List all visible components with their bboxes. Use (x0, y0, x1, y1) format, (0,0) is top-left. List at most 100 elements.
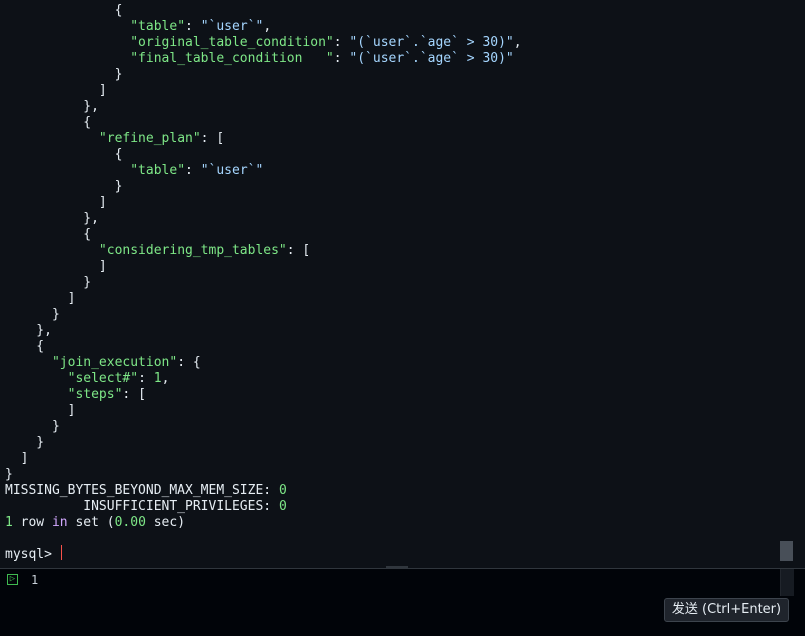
terminal-token: "table" (130, 163, 186, 178)
terminal-token: : [ (122, 387, 146, 402)
terminal-line: "considering_tmp_tables": [ (5, 243, 310, 259)
terminal-token: ] (5, 451, 29, 466)
terminal-line: "refine_plan": [ (5, 131, 224, 147)
terminal-token: MISSING_BYTES_BEYOND_MAX_MEM_SIZE: (5, 483, 279, 498)
terminal-line: } (5, 67, 123, 83)
terminal-token: "`user`" (200, 163, 264, 178)
terminal-token: "`user`" (200, 19, 264, 34)
terminal-token: ] (5, 291, 76, 306)
terminal-line: MISSING_BYTES_BEYOND_MAX_MEM_SIZE: 0 (5, 483, 287, 499)
terminal-token: "final_table_condition " (130, 51, 334, 66)
terminal-scrollbar-thumb[interactable] (780, 541, 793, 561)
terminal-token: : (185, 19, 201, 34)
terminal-token: "steps" (67, 387, 123, 402)
input-scrollbar[interactable] (780, 569, 794, 596)
terminal-token: set ( (67, 515, 115, 530)
send-button[interactable]: 发送 (Ctrl+Enter) (664, 598, 789, 622)
terminal-token: }, (5, 99, 99, 114)
terminal-token: } (5, 419, 60, 434)
terminal-token: : [ (286, 243, 311, 258)
terminal-token: { (5, 3, 123, 18)
terminal-token: 1 (153, 371, 162, 386)
terminal-token: , (161, 371, 170, 386)
terminal-token: INSUFFICIENT_PRIVILEGES: (5, 499, 279, 514)
terminal-token: , (513, 35, 522, 50)
terminal-token: }, (5, 323, 52, 338)
terminal-line: "join_execution": { (5, 355, 201, 371)
terminal-line: ] (5, 195, 107, 211)
terminal-token: 0 (278, 499, 287, 514)
terminal-line: mysql> (5, 547, 60, 563)
terminal-line: }, (5, 211, 99, 227)
terminal-token: { (5, 339, 45, 354)
terminal-line: ] (5, 403, 76, 419)
terminal-line: ] (5, 259, 107, 275)
terminal-token: } (5, 179, 123, 194)
terminal-token: { (5, 115, 92, 130)
terminal-token: } (5, 307, 60, 322)
terminal-line: "final_table_condition ": "(`user`.`age`… (5, 51, 514, 67)
terminal-token: : [ (200, 131, 225, 146)
terminal-token: ] (5, 259, 107, 274)
terminal-line: } (5, 307, 60, 323)
terminal-line: { (5, 3, 123, 19)
terminal-token: : (333, 51, 350, 66)
terminal-line: } (5, 435, 44, 451)
terminal-line: { (5, 227, 91, 243)
terminal-token: 0 (278, 483, 287, 498)
run-icon[interactable]: ▷ (7, 574, 18, 585)
terminal-line: } (5, 419, 60, 435)
query-input[interactable]: 1 (31, 573, 38, 587)
terminal-token: row (12, 515, 52, 530)
terminal-line: "original_table_condition": "(`user`.`ag… (5, 35, 522, 51)
terminal-token: } (5, 67, 123, 82)
text-cursor (61, 545, 62, 560)
terminal-line: "steps": [ (5, 387, 146, 403)
terminal-output[interactable]: { "table": "`user`", "original_table_con… (0, 0, 805, 567)
terminal-token: , (263, 19, 272, 34)
terminal-token: } (5, 435, 45, 450)
terminal-token: ] (5, 195, 107, 210)
terminal-line: "select#": 1, (5, 371, 170, 387)
terminal-token: "refine_plan" (98, 131, 201, 146)
terminal-line: "table": "`user`" (5, 163, 263, 179)
terminal-line: { (5, 115, 91, 131)
terminal-token: 1 (5, 515, 13, 530)
terminal-token: "(`user`.`age` > 30)" (349, 35, 514, 50)
terminal-line: ] (5, 83, 107, 99)
terminal-token: "join_execution" (51, 355, 178, 370)
terminal-line: } (5, 275, 91, 291)
terminal-line: }, (5, 323, 52, 339)
terminal-line: { (5, 339, 44, 355)
terminal-token: 0.00 (114, 515, 146, 530)
terminal-token: ] (5, 403, 76, 418)
terminal-token: ] (5, 83, 107, 98)
terminal-line: { (5, 147, 123, 163)
terminal-token: : (185, 163, 201, 178)
terminal-line: }, (5, 99, 99, 115)
terminal-line: } (5, 179, 123, 195)
terminal-token: "table" (130, 19, 186, 34)
terminal-token: sec) (145, 515, 186, 530)
terminal-line: INSUFFICIENT_PRIVILEGES: 0 (5, 499, 287, 515)
terminal-token: in (51, 515, 68, 530)
terminal-token: }, (5, 211, 99, 226)
terminal-token: "(`user`.`age` > 30)" (349, 51, 514, 66)
terminal-line: } (5, 467, 13, 483)
terminal-token: : (333, 35, 350, 50)
terminal-token: { (5, 227, 92, 242)
terminal-token: : (138, 371, 154, 386)
terminal-line: ] (5, 291, 76, 307)
terminal-line: ] (5, 451, 29, 467)
terminal-token: } (5, 467, 13, 482)
terminal-token: } (5, 275, 92, 290)
terminal-token: "original_table_condition" (130, 35, 334, 50)
